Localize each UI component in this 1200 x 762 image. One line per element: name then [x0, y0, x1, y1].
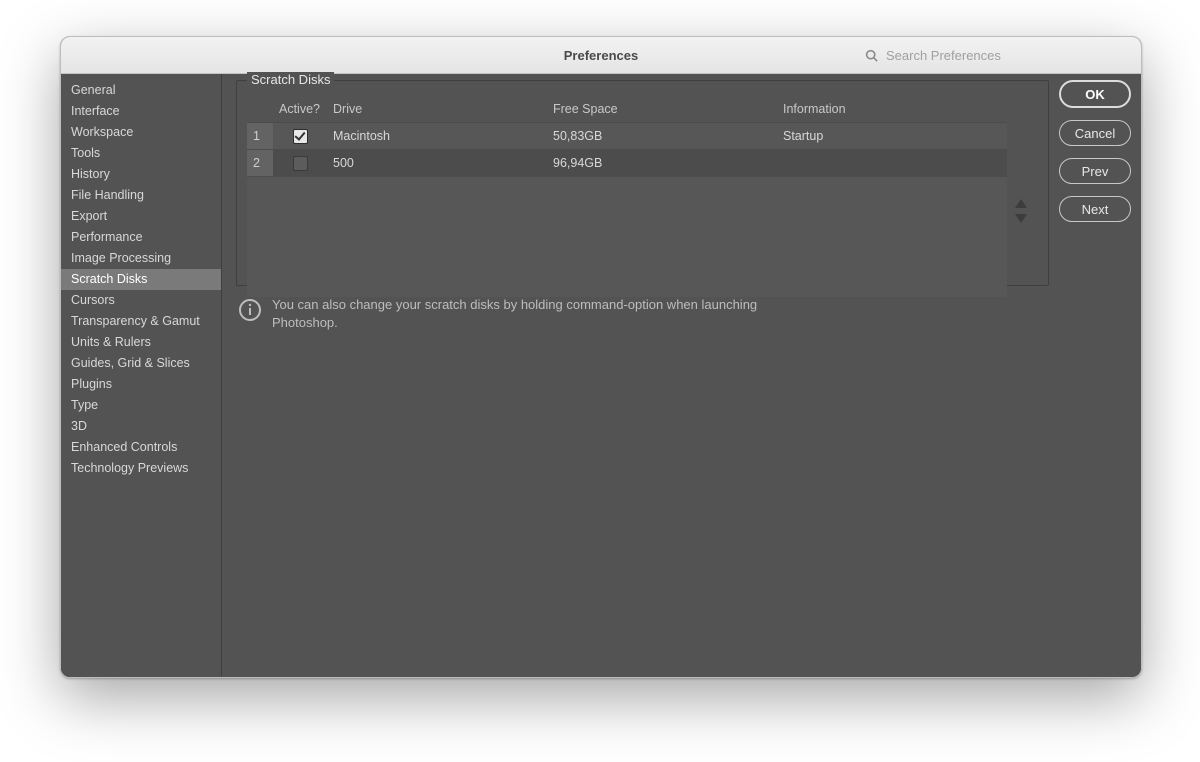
disk-table-container: Active? Drive Free Space Information 1 Ma…	[247, 99, 1007, 297]
row-information	[777, 150, 1007, 177]
search-input[interactable]	[884, 47, 1125, 64]
search-field-wrap[interactable]	[859, 44, 1131, 66]
row-index: 2	[247, 150, 273, 177]
table-wrap: Active? Drive Free Space Information 1 Ma…	[247, 99, 1032, 275]
sidebar-item[interactable]: Type	[61, 395, 221, 416]
col-index	[247, 99, 273, 123]
hint-row: You can also change your scratch disks b…	[238, 296, 798, 331]
row-index: 1	[247, 123, 273, 150]
scratch-disk-table: Active? Drive Free Space Information 1 Ma…	[247, 99, 1007, 176]
sidebar-item[interactable]: Scratch Disks	[61, 269, 221, 290]
active-checkbox[interactable]	[293, 129, 308, 144]
prev-button[interactable]: Prev	[1059, 158, 1131, 184]
titlebar: Preferences	[61, 37, 1141, 74]
button-column: OK Cancel Prev Next	[1059, 74, 1141, 677]
table-filler	[247, 176, 1007, 297]
sidebar-item[interactable]: General	[61, 80, 221, 101]
group-title: Scratch Disks	[247, 72, 334, 87]
sidebar-item[interactable]: Transparency & Gamut	[61, 311, 221, 332]
main-panel: Scratch Disks Active? Drive	[222, 74, 1059, 677]
sidebar-item[interactable]: Technology Previews	[61, 458, 221, 479]
move-down-button[interactable]	[1015, 214, 1027, 223]
sidebar-item[interactable]: File Handling	[61, 185, 221, 206]
col-active: Active?	[273, 99, 327, 123]
sidebar-item[interactable]: Cursors	[61, 290, 221, 311]
row-active-cell	[273, 150, 327, 177]
sidebar-item[interactable]: Image Processing	[61, 248, 221, 269]
row-drive: 500	[327, 150, 547, 177]
row-drive: Macintosh	[327, 123, 547, 150]
sidebar-item[interactable]: Export	[61, 206, 221, 227]
info-icon	[238, 298, 262, 322]
sidebar-item[interactable]: Plugins	[61, 374, 221, 395]
window-body: GeneralInterfaceWorkspaceToolsHistoryFil…	[61, 74, 1141, 677]
sidebar-item[interactable]: Workspace	[61, 122, 221, 143]
sidebar-item[interactable]: History	[61, 164, 221, 185]
col-info: Information	[777, 99, 1007, 123]
preferences-window: Preferences GeneralInterfaceWorkspaceToo…	[60, 36, 1142, 678]
col-drive: Drive	[327, 99, 547, 123]
row-free-space: 50,83GB	[547, 123, 777, 150]
sidebar-item[interactable]: Interface	[61, 101, 221, 122]
row-free-space: 96,94GB	[547, 150, 777, 177]
cancel-button[interactable]: Cancel	[1059, 120, 1131, 146]
scratch-disks-group: Scratch Disks Active? Drive	[236, 80, 1049, 286]
sidebar-item[interactable]: 3D	[61, 416, 221, 437]
col-free: Free Space	[547, 99, 777, 123]
sidebar: GeneralInterfaceWorkspaceToolsHistoryFil…	[61, 74, 222, 677]
sidebar-item[interactable]: Units & Rulers	[61, 332, 221, 353]
sidebar-item[interactable]: Performance	[61, 227, 221, 248]
table-row[interactable]: 2 50096,94GB	[247, 150, 1007, 177]
hint-text: You can also change your scratch disks b…	[272, 296, 798, 331]
active-checkbox[interactable]	[293, 156, 308, 171]
table-row[interactable]: 1 Macintosh50,83GBStartup	[247, 123, 1007, 150]
sidebar-item[interactable]: Tools	[61, 143, 221, 164]
reorder-arrows	[1015, 199, 1027, 223]
next-button[interactable]: Next	[1059, 196, 1131, 222]
search-icon	[865, 49, 878, 62]
sidebar-item[interactable]: Guides, Grid & Slices	[61, 353, 221, 374]
sidebar-item[interactable]: Enhanced Controls	[61, 437, 221, 458]
row-information: Startup	[777, 123, 1007, 150]
ok-button[interactable]: OK	[1059, 80, 1131, 108]
row-active-cell	[273, 123, 327, 150]
move-up-button[interactable]	[1015, 199, 1027, 208]
